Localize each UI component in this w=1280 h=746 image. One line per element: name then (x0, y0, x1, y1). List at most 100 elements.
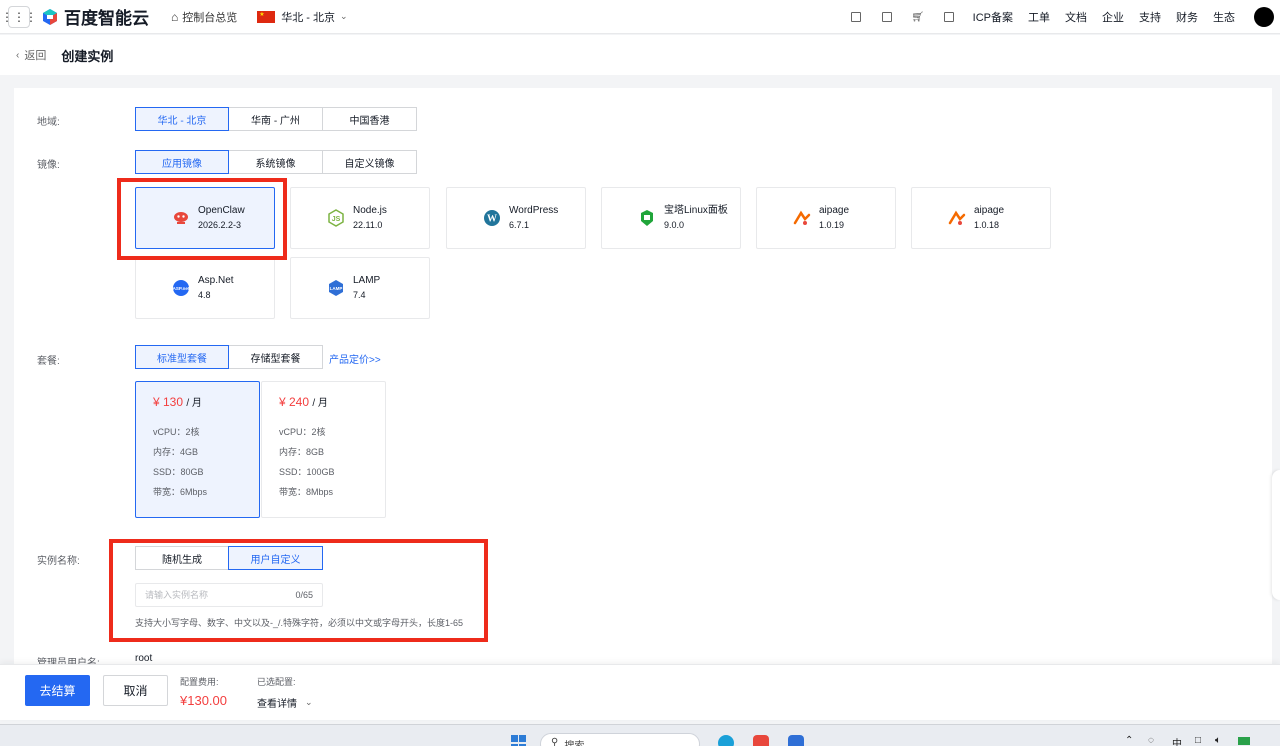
message-icon[interactable] (880, 11, 894, 23)
region-option-beijing[interactable]: 华北 - 北京 (135, 107, 229, 131)
plan-type-tabs: 标准型套餐 存储型套餐 (135, 345, 323, 369)
nav-link-ecosystem[interactable]: 生态 (1213, 9, 1235, 25)
home-icon: ⌂ (171, 9, 179, 24)
aipage-icon (793, 210, 811, 225)
image-card-lamp[interactable]: LAMP LAMP 7.4 (290, 257, 430, 319)
image-card-aipage-1018[interactable]: aipage 1.0.18 (911, 187, 1051, 249)
nav-link-icp[interactable]: ICP备案 (973, 9, 1013, 25)
plan-card-130[interactable]: ¥ 130 / 月 vCPU：2核 内存：4GB SSD：80GB 带宽：6Mb… (135, 381, 260, 518)
image-name: aipage (819, 205, 850, 216)
nav-link-finance[interactable]: 财务 (1176, 9, 1198, 25)
wordpress-icon: W (484, 210, 500, 226)
region-label: 地域: (37, 117, 60, 128)
region-selector: 华北 - 北京 华南 - 广州 中国香港 (135, 107, 417, 131)
image-card-wordpress[interactable]: W WordPress 6.7.1 (446, 187, 586, 249)
region-option-guangzhou[interactable]: 华南 - 广州 (228, 107, 323, 131)
image-name: 宝塔Linux面板 (664, 205, 728, 216)
view-details-toggle[interactable]: 查看详情 ⌄ (257, 695, 313, 710)
aipage-icon (948, 210, 966, 225)
svg-text:JS: JS (332, 216, 341, 223)
tray-volume-icon[interactable]: 🔈︎ (1215, 735, 1221, 746)
chevron-down-icon: ⌄ (340, 11, 348, 21)
image-card-nodejs[interactable]: JS Node.js 22.11.0 (290, 187, 430, 249)
top-navigation-bar: ⋮⋮⋮ 百度智能云 ⌂ 控制台总览 华北 - 北京 ⌄ 🛒︎ ICP备案 工单 … (0, 0, 1280, 34)
image-version: 6.7.1 (509, 220, 530, 230)
taskbar-search[interactable]: ⚲ 搜索 (540, 733, 700, 746)
config-fee-value: ¥130.00 (180, 693, 227, 708)
plan-bandwidth: 带宽：6Mbps (153, 487, 208, 497)
aspnet-icon: ASP.net (173, 280, 190, 296)
windows-start-icon[interactable] (511, 735, 527, 746)
image-version: 1.0.18 (974, 220, 1000, 230)
image-version: 7.4 (353, 290, 366, 300)
nav-link-docs[interactable]: 文档 (1065, 9, 1087, 25)
plan-memory: 内存：8GB (279, 447, 325, 457)
plan-price: ¥ 240 / 月 (279, 394, 328, 409)
qrcode-icon[interactable] (849, 11, 863, 23)
plan-label: 套餐: (37, 356, 60, 367)
baota-icon (641, 210, 653, 226)
checkout-button[interactable]: 去结算 (25, 675, 90, 706)
image-name: Node.js (353, 205, 387, 216)
product-pricing-link[interactable]: 产品定价>> (329, 351, 381, 366)
tray-ime-icon[interactable]: □ (1195, 735, 1201, 746)
nav-link-enterprise[interactable]: 企业 (1102, 9, 1124, 25)
tray-app-icon[interactable] (1238, 737, 1250, 745)
china-flag-icon (257, 10, 276, 23)
cart-icon[interactable]: 🛒︎ (911, 11, 925, 23)
image-card-aipage-1019[interactable]: aipage 1.0.19 (756, 187, 896, 249)
apps-grid-icon[interactable]: ⋮⋮⋮ (1, 5, 37, 28)
view-details-label: 查看详情 (257, 699, 297, 710)
back-button[interactable]: ‹ 返回 (16, 47, 46, 63)
plan-ssd: SSD：100GB (279, 467, 335, 477)
ipv6-icon[interactable] (942, 11, 956, 23)
image-type-tabs: 应用镜像 系统镜像 自定义镜像 (135, 150, 417, 174)
nav-link-ticket[interactable]: 工单 (1028, 9, 1050, 25)
page-title: 创建实例 (61, 48, 114, 64)
netease-music-app-icon[interactable] (753, 735, 769, 746)
highlight-box-openclaw (117, 178, 287, 260)
tray-network-icon[interactable]: ◌ (1148, 735, 1154, 746)
console-overview-link[interactable]: ⌂ 控制台总览 (171, 9, 237, 25)
logo-text: 百度智能云 (64, 9, 149, 28)
baidu-cloud-logo-icon (43, 8, 57, 25)
tab-custom-image[interactable]: 自定义镜像 (322, 150, 417, 174)
image-version: 4.8 (198, 290, 211, 300)
nav-link-support[interactable]: 支持 (1139, 9, 1161, 25)
logo[interactable]: 百度智能云 (41, 4, 149, 29)
browser-app-icon[interactable] (718, 735, 734, 746)
image-version: 1.0.19 (819, 220, 845, 230)
instance-name-label: 实例名称: (37, 556, 80, 567)
region-switcher-label: 华北 - 北京 (281, 11, 336, 24)
config-fee-label: 配置费用: (180, 677, 219, 687)
image-card-aspnet[interactable]: ASP.net Asp.Net 4.8 (135, 257, 275, 319)
tray-input-language[interactable]: 中 (1172, 735, 1182, 746)
admin-username-value: root (135, 653, 153, 664)
image-name: Asp.Net (198, 275, 234, 286)
plan-ssd: SSD：80GB (153, 467, 204, 477)
region-switcher[interactable]: 华北 - 北京 ⌄ (257, 9, 348, 25)
region-option-hongkong[interactable]: 中国香港 (322, 107, 417, 131)
name-option-custom[interactable]: 用户自定义 (228, 546, 323, 570)
svg-text:LAMP: LAMP (330, 286, 343, 291)
avatar[interactable] (1254, 7, 1274, 27)
tab-storage-plan[interactable]: 存储型套餐 (228, 345, 323, 369)
back-label: 返回 (24, 50, 47, 62)
tray-chevron-up-icon[interactable]: ⌃ (1125, 735, 1133, 746)
plan-card-240[interactable]: ¥ 240 / 月 vCPU：2核 内存：8GB SSD：100GB 带宽：8M… (261, 381, 386, 518)
tab-standard-plan[interactable]: 标准型套餐 (135, 345, 229, 369)
app-icon[interactable] (788, 735, 804, 746)
cancel-button[interactable]: 取消 (103, 675, 168, 706)
create-instance-form: 地域: 华北 - 北京 华南 - 广州 中国香港 镜像: 应用镜像 系统镜像 自… (14, 88, 1272, 668)
tab-system-image[interactable]: 系统镜像 (228, 150, 323, 174)
search-icon: ⚲ (551, 737, 559, 746)
image-name: LAMP (353, 275, 381, 286)
image-card-baota[interactable]: 宝塔Linux面板 9.0.0 (601, 187, 741, 249)
page-header: ‹ 返回 创建实例 (0, 35, 1280, 75)
side-scroll-handle[interactable] (1272, 470, 1280, 600)
os-taskbar: ⚲ 搜索 ⌃ ◌ 中 □ 🔈︎ (0, 724, 1280, 746)
tab-app-image[interactable]: 应用镜像 (135, 150, 229, 174)
plan-price-value: ¥ 240 (279, 395, 310, 409)
nodejs-icon: JS (328, 209, 344, 227)
plan-price-unit: / 月 (312, 398, 328, 409)
